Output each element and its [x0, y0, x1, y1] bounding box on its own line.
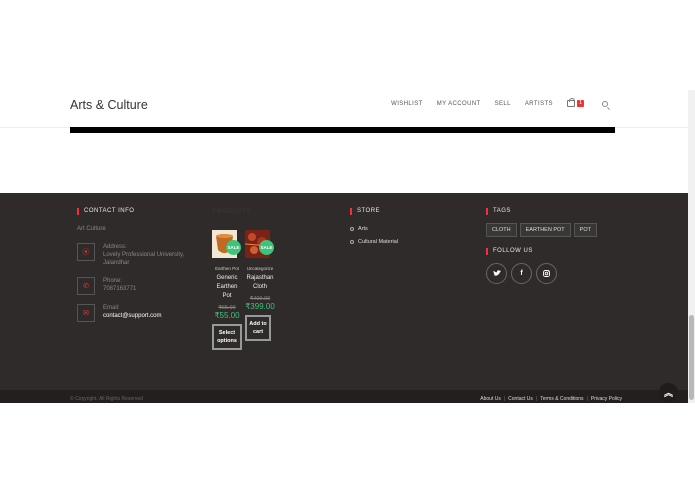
email-label: Email:: [103, 305, 120, 311]
product-image[interactable]: SALE: [212, 230, 241, 258]
link-separator: |: [586, 396, 588, 402]
product-card: SALE Earthen Pot Generic Earthen Pot ₹65…: [212, 230, 242, 350]
cart-count-badge: 1: [576, 100, 584, 107]
product-name[interactable]: Rajasthan Cloth: [245, 274, 275, 292]
map-pin-icon: ⦿: [77, 243, 95, 261]
add-to-cart-button[interactable]: Add to cart: [245, 315, 271, 341]
address-row: ⦿ Address: Lovely Professional Universit…: [77, 243, 203, 267]
site-brand[interactable]: Arts & Culture: [70, 98, 148, 112]
tag-cloud: CLOTH EARTHEN POT POT: [486, 223, 597, 237]
email-value[interactable]: contact@support.com: [103, 312, 161, 320]
bullet-icon: [350, 227, 354, 231]
bullet-icon: [350, 240, 354, 244]
sale-badge: SALE: [259, 240, 274, 255]
phone-value: 7087163771: [103, 286, 137, 292]
products-title: PRODUCTS: [213, 209, 251, 215]
link-terms-conditions[interactable]: Terms & Conditions: [540, 396, 583, 402]
follow-us-title: FOLLOW US: [486, 248, 533, 255]
nav-artists[interactable]: ARTISTS: [525, 101, 553, 107]
store-item-arts[interactable]: Arts: [350, 226, 368, 232]
copyright-text: © Copyright. All Rights Reserved: [70, 396, 143, 402]
content-divider-bar: [70, 127, 615, 133]
store-item-label: Arts: [358, 226, 368, 232]
link-about-us[interactable]: About Us: [480, 396, 501, 402]
sale-price: ₹55.00: [214, 311, 240, 320]
social-links: f: [486, 263, 557, 284]
site-header: Arts & Culture WISHLIST MY ACCOUNT SELL …: [0, 80, 688, 128]
nav-my-account[interactable]: MY ACCOUNT: [437, 101, 481, 107]
mail-icon: ✉: [77, 304, 95, 322]
link-separator: |: [503, 396, 506, 402]
product-image[interactable]: SALE: [244, 230, 274, 258]
link-contact-us[interactable]: Contact Us: [508, 396, 533, 402]
twitter-icon[interactable]: [486, 263, 507, 284]
tags-title: TAGS: [486, 208, 511, 215]
double-chevron-up-icon: ︽: [663, 388, 673, 398]
nav-sell[interactable]: SELL: [495, 101, 511, 107]
product-category[interactable]: Earthen Pot: [212, 266, 242, 271]
product-name[interactable]: Generic Earthen Pot: [212, 274, 242, 301]
address-label: Address:: [103, 244, 127, 250]
store-item-label: Cultural Material: [358, 239, 399, 245]
phone-icon: ✆: [77, 277, 95, 295]
footer-links: About Us | Contact Us | Terms & Conditio…: [480, 396, 622, 402]
select-options-button[interactable]: Select options: [212, 324, 242, 350]
tag-cloth[interactable]: CLOTH: [486, 223, 517, 237]
phone-row: ✆ Phone: 7087163771: [77, 277, 136, 295]
tag-earthen-pot[interactable]: EARTHEN POT: [519, 223, 571, 237]
contact-info-title: CONTACT INFO: [77, 208, 134, 215]
sale-price: ₹399.00: [245, 302, 275, 311]
address-value: Lovely Professional University, Jalandha…: [103, 252, 185, 266]
page-scrollbar[interactable]: [688, 90, 695, 403]
scrollbar-thumb[interactable]: [689, 315, 694, 400]
main-nav: WISHLIST MY ACCOUNT SELL ARTISTS 1: [391, 98, 608, 107]
shopping-bag-icon: [566, 98, 575, 107]
store-title: STORE: [350, 208, 380, 215]
tag-pot[interactable]: POT: [573, 223, 597, 237]
link-privacy-policy[interactable]: Privacy Policy: [591, 396, 622, 402]
nav-wishlist[interactable]: WISHLIST: [391, 101, 423, 107]
instagram-icon[interactable]: [536, 263, 557, 284]
sale-badge: SALE: [226, 240, 241, 255]
product-card: SALE Uncategorize Rajasthan Cloth ₹499.0…: [244, 230, 275, 341]
scroll-to-top-button[interactable]: ︽: [659, 383, 678, 402]
email-row: ✉ Email: contact@support.com: [77, 304, 161, 322]
search-icon[interactable]: [602, 100, 608, 107]
cart-button[interactable]: 1: [566, 98, 584, 107]
phone-label: Phone:: [103, 278, 123, 284]
facebook-icon[interactable]: f: [511, 263, 532, 284]
product-category[interactable]: Uncategorize: [245, 266, 275, 271]
link-separator: |: [535, 396, 538, 402]
store-item-cultural-material[interactable]: Cultural Material: [350, 239, 398, 245]
company-name: Art Culture: [77, 226, 106, 232]
page: Arts & Culture WISHLIST MY ACCOUNT SELL …: [0, 0, 695, 494]
